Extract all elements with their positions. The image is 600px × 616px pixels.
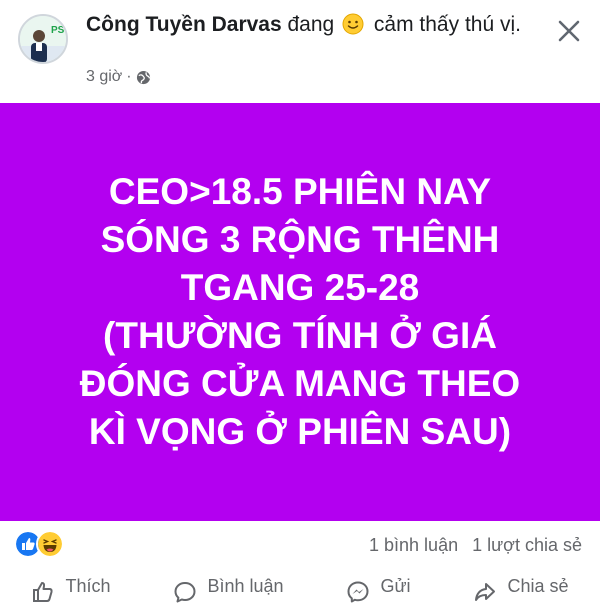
smiling-face-icon	[342, 13, 364, 35]
messenger-icon	[347, 581, 369, 603]
share-count[interactable]: 1 lượt chia sẻ	[472, 535, 582, 556]
share-icon	[475, 583, 496, 601]
activity-prefix: đang	[287, 13, 335, 36]
thumbs-up-icon	[33, 582, 54, 602]
post-meta: 3 giờ ·	[86, 68, 151, 86]
avatar-logo-text: PSC	[51, 25, 68, 36]
avatar[interactable]: PSC	[18, 14, 68, 64]
share-label: Chia sẻ	[507, 576, 569, 596]
comment-button[interactable]: Bình luận	[173, 576, 284, 616]
status-banner[interactable]: CEO>18.5 PHIÊN NAY SÓNG 3 RỘNG THÊNH TGA…	[0, 103, 600, 521]
globe-icon	[136, 70, 150, 84]
engagement-counts: 1 bình luận 1 lượt chia sẻ	[369, 535, 582, 556]
comment-count[interactable]: 1 bình luận	[369, 535, 458, 556]
reaction-summary[interactable]	[14, 530, 64, 558]
close-button[interactable]	[552, 14, 586, 48]
avatar-image: PSC	[20, 16, 68, 62]
like-label: Thích	[65, 576, 111, 596]
feeling-text: cảm thấy thú vị.	[373, 13, 521, 36]
post-title: Công Tuyền Darvas đang cảm thấy thú vị.	[86, 10, 526, 40]
close-icon	[558, 20, 580, 42]
comment-icon	[174, 582, 196, 603]
like-button[interactable]: Thích	[31, 576, 111, 616]
post-header: PSC Công Tuyền Darvas đang cảm thấy thú …	[0, 0, 600, 102]
send-button[interactable]: Gửi	[346, 576, 411, 616]
meta-separator: ·	[126, 68, 132, 85]
post-time[interactable]: 3 giờ	[86, 68, 122, 86]
comment-label: Bình luận	[207, 576, 284, 596]
banner-text: CEO>18.5 PHIÊN NAY SÓNG 3 RỘNG THÊNH TGA…	[79, 171, 521, 452]
share-button[interactable]: Chia sẻ	[473, 576, 569, 616]
haha-icon	[36, 530, 64, 558]
action-bar: Thích Bình luận Gửi Chia sẻ	[0, 576, 600, 616]
author-name[interactable]: Công Tuyền Darvas	[86, 13, 282, 36]
send-label: Gửi	[380, 576, 411, 596]
